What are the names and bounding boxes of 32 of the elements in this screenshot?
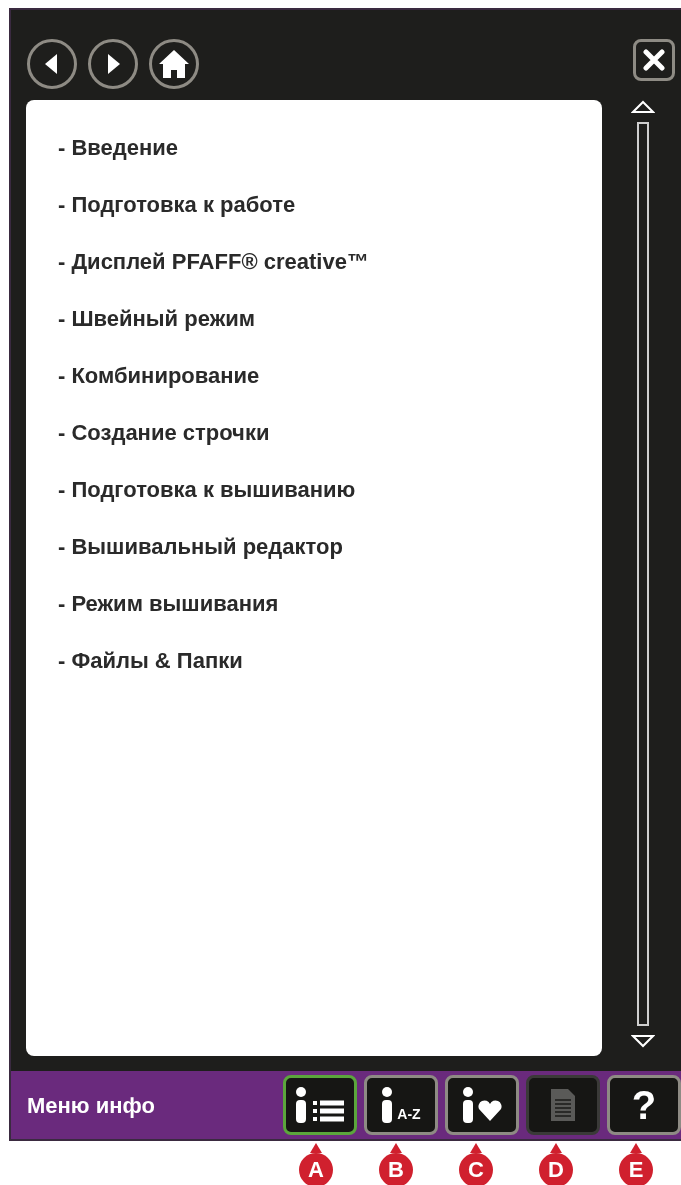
bottom-bar-title: Меню инфо	[27, 1091, 156, 1120]
menu-link[interactable]: - Подготовка к вышиванию	[58, 475, 356, 505]
scroll-down-icon[interactable]	[631, 1034, 655, 1048]
menu-link[interactable]: - Режим вышивания	[58, 589, 279, 619]
question-mark: ?	[631, 1085, 657, 1125]
menu-link[interactable]: - Комбинирование	[58, 361, 260, 391]
contents-button[interactable]	[283, 1075, 357, 1135]
left-arrow-icon	[45, 54, 59, 74]
menu-link[interactable]: - Подготовка к работе	[58, 190, 296, 220]
menu-link[interactable]: - Введение	[58, 133, 179, 163]
help-button[interactable]: ?	[607, 1075, 681, 1135]
menu-link[interactable]: - Швейный режим	[58, 304, 256, 334]
back-button[interactable]	[27, 39, 77, 89]
favorites-button[interactable]	[445, 1075, 519, 1135]
menu-link[interactable]: - Файлы & Папки	[58, 646, 243, 676]
info-list-icon	[295, 1087, 345, 1123]
menu-link[interactable]: - Вышивальный редактор	[58, 532, 343, 562]
index-button[interactable]: A-Z	[364, 1075, 438, 1135]
a-z-label: A-Z	[397, 1107, 421, 1121]
info-heart-icon	[462, 1087, 502, 1123]
document-icon	[551, 1089, 575, 1121]
menu-link[interactable]: - Создание строчки	[58, 418, 270, 448]
scroll-up-icon[interactable]	[631, 100, 655, 114]
close-button[interactable]	[633, 39, 675, 81]
menu-link[interactable]: - Дисплей PFAFF® creative™	[58, 247, 369, 277]
home-icon	[159, 50, 189, 78]
home-button[interactable]	[149, 39, 199, 89]
close-icon	[643, 49, 665, 71]
right-arrow-icon	[106, 54, 120, 74]
forward-button[interactable]	[88, 39, 138, 89]
scrollbar-track[interactable]	[637, 122, 649, 1026]
info-icon	[381, 1087, 394, 1123]
